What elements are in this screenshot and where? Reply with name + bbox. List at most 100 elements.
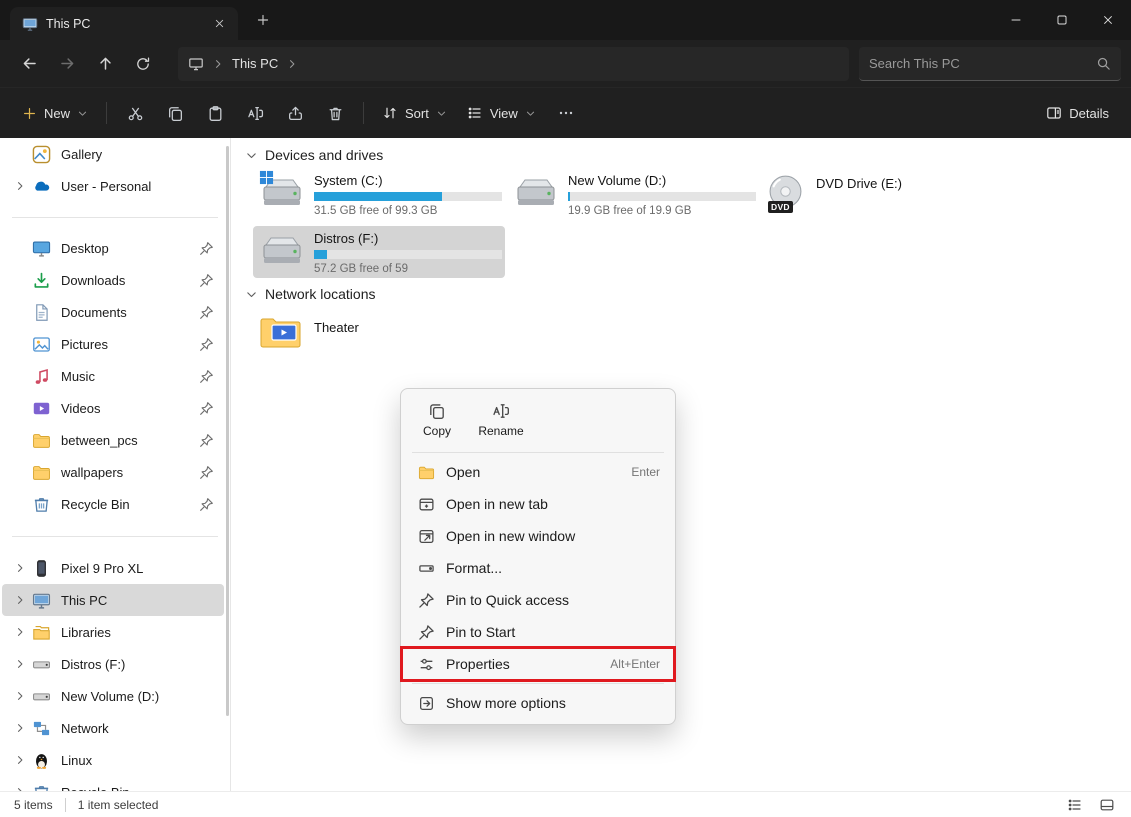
maximize-button[interactable] [1039, 0, 1085, 40]
sidebar-item-recycle-bin-tree[interactable]: Recycle Bin [2, 776, 224, 791]
share-button[interactable] [275, 95, 315, 131]
sidebar-item-network[interactable]: Network [2, 712, 224, 744]
drive-usage-bar [314, 250, 502, 259]
chevron-right-icon[interactable] [14, 562, 26, 574]
sidebar-item-label: Network [61, 721, 109, 736]
chevron-right-icon[interactable] [14, 180, 26, 192]
menu-item-format[interactable]: Format... [406, 552, 670, 584]
menu-item-open-new-window[interactable]: Open in new window [406, 520, 670, 552]
rename-button[interactable] [235, 95, 275, 131]
details-button[interactable]: Details [1036, 95, 1119, 131]
explorer-tab[interactable]: This PC [10, 7, 238, 40]
menu-item-show-more-options[interactable]: Show more options [406, 687, 670, 719]
menu-item-open-new-tab[interactable]: Open in new tab [406, 488, 670, 520]
folder-icon [32, 463, 51, 482]
menu-item-properties[interactable]: Properties Alt+Enter [406, 648, 670, 680]
sidebar-item-downloads[interactable]: Downloads [2, 264, 224, 296]
music-icon [32, 367, 51, 386]
details-view-button[interactable] [1065, 795, 1085, 815]
delete-button[interactable] [315, 95, 355, 131]
rename-icon [247, 105, 264, 122]
more-options-button[interactable] [546, 95, 586, 131]
new-tab-button[interactable] [250, 7, 276, 33]
content-area: Devices and drives System (C:) 31.5 GB f… [231, 138, 1131, 791]
sidebar-item-recycle-bin[interactable]: Recycle Bin [2, 488, 224, 520]
sidebar-scrollbar[interactable] [226, 146, 229, 716]
address-bar[interactable]: This PC [178, 47, 849, 81]
search-input[interactable] [869, 56, 1088, 71]
file-explorer-window: This PC This PC New [0, 0, 1131, 817]
rename-quick-button[interactable]: Rename [472, 396, 530, 444]
status-divider [65, 798, 66, 812]
sidebar-item-linux[interactable]: Linux [2, 744, 224, 776]
paste-button[interactable] [195, 95, 235, 131]
drive-tile-dvd-e[interactable]: DVD DVD Drive (E:) [761, 168, 1001, 220]
network-item-theater[interactable]: Theater [253, 308, 505, 364]
menu-item-open[interactable]: Open Enter [406, 456, 670, 488]
network-item-name: Theater [314, 313, 359, 336]
chevron-down-icon [436, 108, 447, 119]
chevron-right-icon[interactable] [14, 594, 26, 606]
sidebar-item-videos[interactable]: Videos [2, 392, 224, 424]
menu-item-label: Format... [446, 560, 660, 576]
copy-quick-button[interactable]: Copy [408, 396, 466, 444]
menu-item-shortcut: Alt+Enter [610, 657, 660, 671]
group-header-network[interactable]: Network locations [245, 286, 376, 302]
breadcrumb-this-pc[interactable]: This PC [232, 56, 278, 71]
chevron-right-icon[interactable] [14, 754, 26, 766]
search-box [859, 47, 1121, 81]
sidebar-item-pictures[interactable]: Pictures [2, 328, 224, 360]
thumbnail-view-button[interactable] [1097, 795, 1117, 815]
copy-button[interactable] [155, 95, 195, 131]
new-button[interactable]: New [12, 95, 98, 131]
sidebar-item-gallery[interactable]: Gallery [2, 138, 224, 170]
drive-tile-distros-f[interactable]: Distros (F:) 57.2 GB free of 59 [253, 226, 505, 278]
sidebar-item-label: User - Personal [61, 179, 151, 194]
sidebar-item-distros-f[interactable]: Distros (F:) [2, 648, 224, 680]
chevron-right-icon[interactable] [14, 658, 26, 670]
sidebar-item-between-pcs[interactable]: between_pcs [2, 424, 224, 456]
view-button[interactable]: View [457, 95, 546, 131]
tab-close-button[interactable] [206, 11, 232, 37]
menu-item-pin-quick-access[interactable]: Pin to Quick access [406, 584, 670, 616]
media-folder-icon [259, 313, 305, 357]
close-button[interactable] [1085, 0, 1131, 40]
drive-name: Distros (F:) [314, 231, 499, 247]
back-button[interactable] [10, 47, 48, 81]
dvd-badge: DVD [768, 201, 793, 213]
chevron-right-icon[interactable] [14, 690, 26, 702]
sort-button[interactable]: Sort [372, 95, 457, 131]
drive-tile-system-c[interactable]: System (C:) 31.5 GB free of 99.3 GB [253, 168, 505, 220]
menu-item-pin-to-start[interactable]: Pin to Start [406, 616, 670, 648]
menu-item-label: Open [446, 464, 620, 480]
forward-button[interactable] [48, 47, 86, 81]
drive-tile-new-volume-d[interactable]: New Volume (D:) 19.9 GB free of 19.9 GB [507, 168, 759, 220]
pin-icon [199, 369, 214, 384]
chevron-right-icon[interactable] [14, 786, 26, 791]
navigation-bar: This PC [0, 40, 1131, 88]
refresh-button[interactable] [124, 47, 162, 81]
chevron-right-icon[interactable] [14, 626, 26, 638]
sidebar-item-desktop[interactable]: Desktop [2, 232, 224, 264]
search-icon[interactable] [1096, 56, 1111, 71]
sidebar-item-new-volume-d[interactable]: New Volume (D:) [2, 680, 224, 712]
sidebar-item-music[interactable]: Music [2, 360, 224, 392]
group-header-devices[interactable]: Devices and drives [245, 147, 383, 163]
chevron-down-icon[interactable] [245, 288, 258, 301]
chevron-right-icon[interactable] [286, 58, 298, 70]
sidebar-item-documents[interactable]: Documents [2, 296, 224, 328]
cut-button[interactable] [115, 95, 155, 131]
context-menu-quick-actions: Copy Rename [406, 394, 670, 449]
sidebar-item-libraries[interactable]: Libraries [2, 616, 224, 648]
thumbnail-view-icon [1099, 797, 1115, 813]
sidebar-item-this-pc[interactable]: This PC [2, 584, 224, 616]
chevron-down-icon[interactable] [245, 149, 258, 162]
up-button[interactable] [86, 47, 124, 81]
chevron-right-icon[interactable] [14, 722, 26, 734]
sidebar-item-onedrive[interactable]: User - Personal [2, 170, 224, 202]
sidebar-item-pixel-9-pro-xl[interactable]: Pixel 9 Pro XL [2, 552, 224, 584]
close-icon [1101, 13, 1115, 27]
copy-icon [428, 402, 446, 420]
minimize-button[interactable] [993, 0, 1039, 40]
sidebar-item-wallpapers[interactable]: wallpapers [2, 456, 224, 488]
